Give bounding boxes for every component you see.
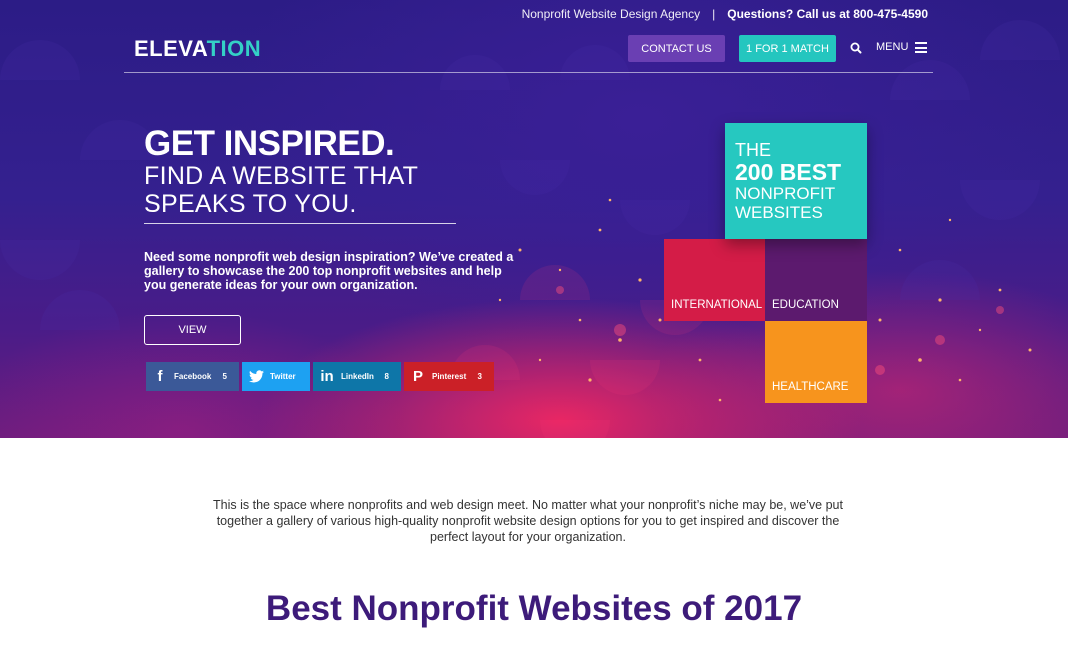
linkedin-icon: in: [320, 368, 334, 385]
facebook-icon: f: [157, 368, 163, 385]
tile-healthcare[interactable]: HEALTHCARE: [765, 321, 867, 403]
tile-international-label: INTERNATIONAL: [671, 299, 763, 311]
tile-education-label: EDUCATION: [772, 299, 839, 311]
tile-education[interactable]: EDUCATION: [765, 239, 867, 321]
hero-banner: Nonprofit Website Design Agency | Questi…: [0, 0, 1068, 438]
agency-tagline[interactable]: Nonprofit Website Design Agency: [522, 7, 701, 21]
utility-separator: |: [712, 7, 716, 21]
tile-best-line4: WEBSITES: [735, 203, 823, 222]
section-title: Best Nonprofit Websites of 2017: [265, 589, 803, 628]
share-facebook-button[interactable]: f Facebook 5: [146, 362, 239, 391]
share-count: 8: [384, 372, 389, 381]
share-count: 5: [222, 372, 227, 381]
share-count: 3: [477, 372, 482, 381]
phone-link[interactable]: Questions? Call us at 800-475-4590: [727, 7, 928, 21]
tile-best-line1: THE: [735, 140, 771, 160]
elevation-logo[interactable]: ELEVATION: [134, 36, 261, 62]
share-label: Twitter: [270, 372, 296, 381]
nav-divider: [124, 72, 933, 73]
intro-blurb: This is the space where nonprofits and w…: [213, 498, 843, 544]
one-for-one-match-button[interactable]: 1 FOR 1 MATCH: [739, 35, 836, 62]
share-label: Pinterest: [432, 372, 467, 381]
tile-best-line2: 200 BEST: [735, 159, 842, 185]
hero-subheadline-line1: FIND A WEBSITE THAT: [144, 162, 419, 190]
logo-text-accent: TION: [206, 36, 262, 61]
menu-label[interactable]: MENU: [876, 41, 908, 53]
twitter-icon: [242, 370, 270, 383]
search-icon[interactable]: [849, 41, 863, 55]
tile-best-line3: NONPROFIT: [735, 184, 836, 203]
share-label: LinkedIn: [341, 372, 374, 381]
pinterest-icon: P: [412, 368, 423, 385]
hero-divider: [144, 223, 456, 224]
share-label: Facebook: [174, 372, 212, 381]
tile-healthcare-label: HEALTHCARE: [772, 381, 849, 393]
logo-text-main: ELEVA: [134, 36, 207, 61]
share-pinterest-button[interactable]: P Pinterest 3: [404, 362, 494, 391]
view-button[interactable]: VIEW: [144, 315, 241, 345]
utility-bar: Nonprofit Website Design Agency | Questi…: [522, 7, 928, 21]
hamburger-icon[interactable]: [915, 42, 927, 53]
tile-200-best[interactable]: THE 200 BEST NONPROFIT WEBSITES: [725, 123, 867, 239]
share-linkedin-button[interactable]: in LinkedIn 8: [313, 362, 401, 391]
share-twitter-button[interactable]: Twitter: [242, 362, 310, 391]
hero-intro-text: Need some nonprofit web design inspirati…: [144, 250, 514, 292]
contact-us-button[interactable]: CONTACT US: [628, 35, 725, 62]
tile-international[interactable]: INTERNATIONAL: [664, 239, 765, 321]
hero-headline: GET INSPIRED.: [144, 124, 395, 163]
hero-subheadline-line2: SPEAKS TO YOU.: [144, 190, 357, 218]
